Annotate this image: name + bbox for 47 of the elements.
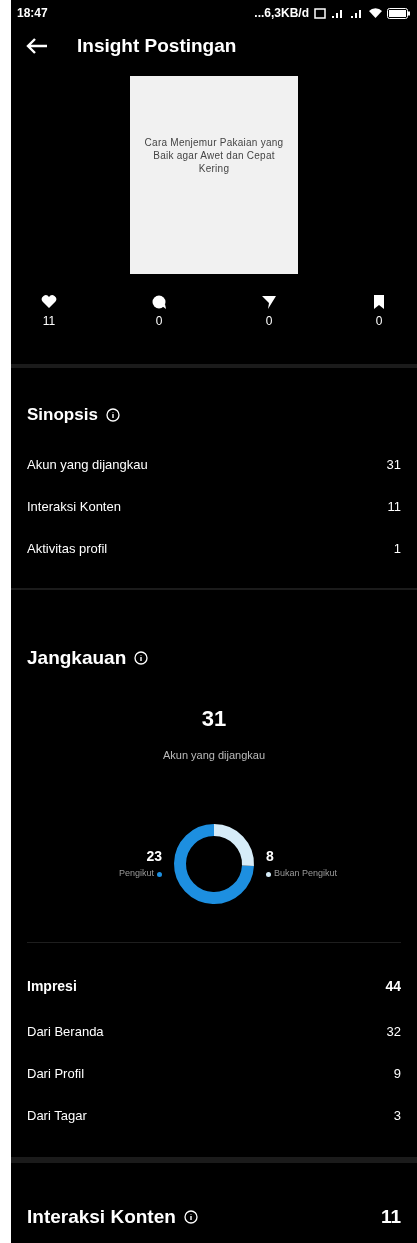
- stat-count: 11: [42, 313, 56, 330]
- comment-icon: [151, 294, 167, 310]
- signal-icon: [350, 7, 364, 19]
- breakdown-count: 23: [146, 847, 162, 867]
- notification-icon: [314, 7, 326, 19]
- share-icon: [261, 294, 277, 310]
- section-title: Interaksi Konten: [27, 1204, 176, 1229]
- stat-count: 0: [265, 313, 273, 330]
- metric-label: Dari Profil: [27, 1064, 85, 1083]
- stat-count: 0: [155, 313, 163, 330]
- reach-total: 31: [201, 705, 227, 733]
- metric-value: 11: [387, 497, 401, 516]
- metric-value: 9: [393, 1064, 401, 1083]
- metric-value: 32: [386, 1022, 401, 1041]
- section-title: Jangkauan: [27, 645, 127, 670]
- network-speed: ...6,3KB/d: [254, 5, 309, 22]
- metric-label: Dari Tagar: [27, 1106, 87, 1125]
- legend-label: Bukan Pengikut: [274, 867, 338, 881]
- post-thumbnail[interactable]: Cara Menjemur Pakaian yang Baik agar Awet dan Cepat Kering: [130, 76, 298, 274]
- stat-count: 0: [375, 313, 383, 330]
- section-title: Sinopsis: [27, 404, 98, 426]
- signal-icon: [331, 7, 345, 19]
- metric-value: 44: [385, 977, 401, 996]
- metric-value: 3: [393, 1106, 401, 1125]
- like-icon: [41, 294, 57, 310]
- legend-label: Pengikut: [118, 867, 154, 881]
- save-icon: [371, 294, 387, 310]
- battery-icon: [387, 7, 411, 19]
- wifi-icon: [369, 7, 382, 19]
- reach-label: Akun yang dijangkau: [162, 748, 266, 763]
- metric-label: Interaksi Konten: [27, 497, 121, 516]
- back-button[interactable]: [25, 36, 49, 56]
- screen-title: Insight Postingan: [77, 33, 237, 58]
- metric-label: Impresi: [27, 977, 77, 996]
- breakdown-count: 8: [266, 847, 274, 867]
- info-icon: [105, 407, 120, 422]
- info-icon: [183, 1209, 198, 1224]
- back-arrow-icon: [25, 36, 49, 56]
- metric-label: Akun yang dijangkau: [27, 455, 148, 474]
- post-caption: Cara Menjemur Pakaian yang Baik agar Awet dan Cepat Kering: [144, 135, 284, 175]
- metric-label: Dari Beranda: [27, 1022, 104, 1041]
- info-icon: [134, 650, 149, 665]
- status-time: 18:47: [17, 5, 48, 22]
- metric-label: Aktivitas profil: [27, 539, 108, 558]
- metric-value: 1: [393, 539, 401, 558]
- metric-value: 31: [386, 455, 401, 474]
- metric-value: 11: [380, 1204, 401, 1229]
